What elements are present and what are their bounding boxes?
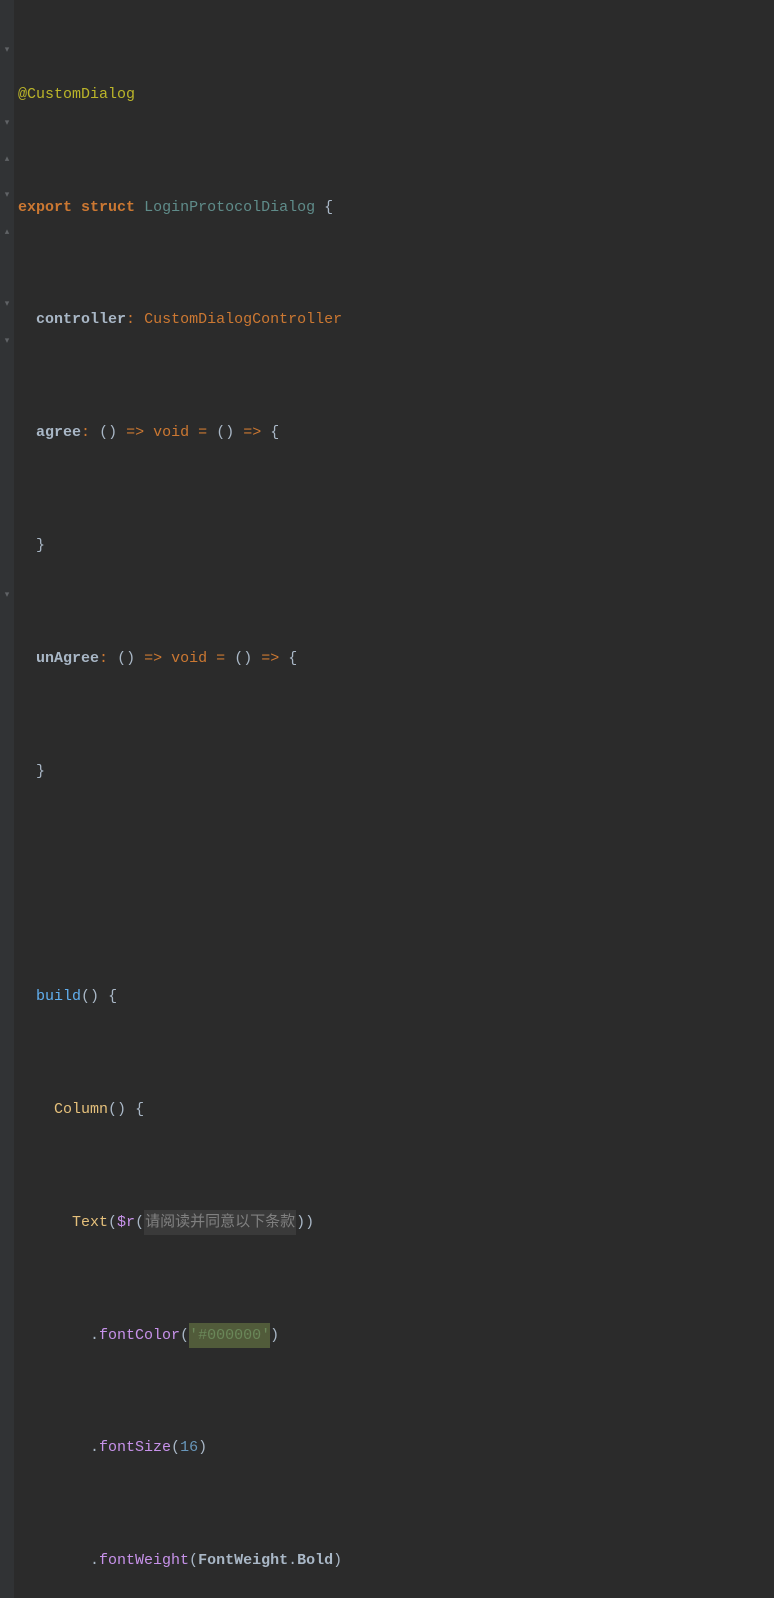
code-line[interactable]: } — [18, 753, 774, 789]
component-token: Column — [54, 1097, 108, 1123]
keyword-token: void — [153, 420, 189, 446]
property-token: agree — [36, 420, 81, 446]
code-editor[interactable]: ▾ ▾ ▴ ▾ ▴ ▾ ▾ ▾ @CustomDialog export str… — [0, 0, 774, 1598]
method-token: fontSize — [99, 1435, 171, 1461]
code-line[interactable]: .fontColor('#000000') — [18, 1317, 774, 1353]
enum-value-token: Bold — [297, 1548, 333, 1574]
code-area[interactable]: @CustomDialog export struct LoginProtoco… — [0, 0, 774, 1598]
code-line[interactable]: Column() { — [18, 1092, 774, 1128]
keyword-token: export — [18, 195, 72, 221]
code-line[interactable]: @CustomDialog — [18, 77, 774, 113]
method-token: fontColor — [99, 1323, 180, 1349]
property-token: unAgree — [36, 646, 99, 672]
enum-token: FontWeight — [198, 1548, 288, 1574]
fold-icon[interactable]: ▾ — [2, 46, 12, 56]
property-token: controller — [36, 307, 126, 333]
keyword-token: void — [171, 646, 207, 672]
code-line[interactable]: .fontWeight(FontWeight.Bold) — [18, 1543, 774, 1579]
resource-fn-token: $r — [117, 1210, 135, 1236]
fold-icon[interactable]: ▴ — [2, 155, 12, 165]
resource-string: 请阅读并同意以下条款 — [144, 1210, 296, 1236]
fold-icon[interactable]: ▾ — [2, 191, 12, 201]
fold-icon[interactable]: ▴ — [2, 228, 12, 238]
code-line[interactable]: .fontSize(16) — [18, 1430, 774, 1466]
fold-icon[interactable]: ▾ — [2, 337, 12, 347]
number-token: 16 — [180, 1435, 198, 1461]
method-token: build — [36, 984, 81, 1010]
gutter: ▾ ▾ ▴ ▾ ▴ ▾ ▾ ▾ — [0, 0, 14, 1598]
fold-icon[interactable]: ▾ — [2, 591, 12, 601]
code-line[interactable]: } — [18, 528, 774, 564]
decorator-token: @CustomDialog — [18, 82, 135, 108]
keyword-token: struct — [81, 195, 135, 221]
code-line[interactable]: build() { — [18, 979, 774, 1015]
component-token: Text — [72, 1210, 108, 1236]
fold-icon[interactable]: ▾ — [2, 300, 12, 310]
code-line[interactable] — [18, 866, 774, 902]
code-line[interactable]: Text($r(请阅读并同意以下条款)) — [18, 1204, 774, 1240]
type-token: CustomDialogController — [144, 307, 342, 333]
fold-icon[interactable]: ▾ — [2, 119, 12, 129]
code-line[interactable]: controller: CustomDialogController — [18, 302, 774, 338]
method-token: fontWeight — [99, 1548, 189, 1574]
struct-name-token: LoginProtocolDialog — [144, 195, 315, 221]
code-line[interactable]: unAgree: () => void = () => { — [18, 640, 774, 676]
string-token: '#000000' — [189, 1323, 270, 1349]
code-line[interactable]: export struct LoginProtocolDialog { — [18, 189, 774, 225]
code-line[interactable]: agree: () => void = () => { — [18, 415, 774, 451]
